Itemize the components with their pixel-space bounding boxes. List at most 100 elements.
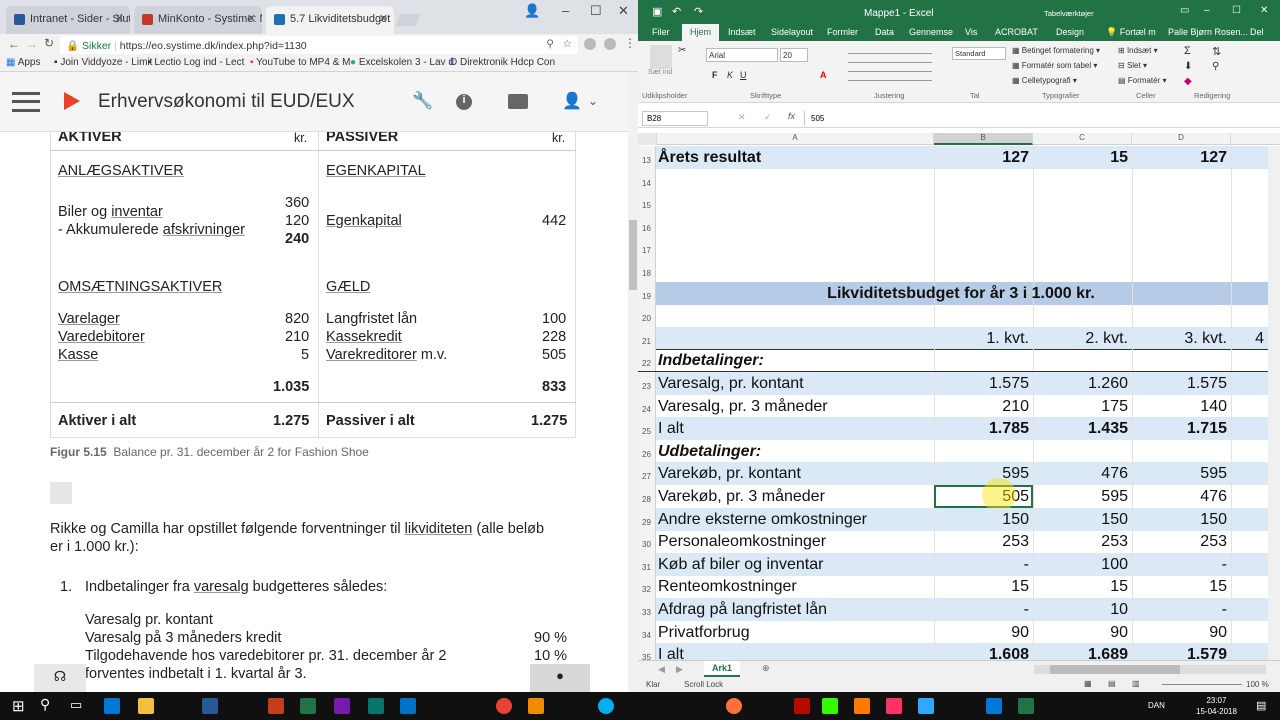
cell-b-value[interactable]: 1. kvt. (934, 327, 1029, 349)
cell-c-value[interactable]: 175 (1033, 395, 1128, 418)
format-cells-button[interactable]: ▤ Formatér ▾ (1118, 76, 1166, 85)
user-icon[interactable]: 👤 (562, 91, 582, 111)
font-color-icon[interactable]: A (820, 70, 827, 80)
acrobat-icon[interactable] (794, 698, 810, 714)
save-icon[interactable]: ▣ (652, 5, 662, 18)
reload-icon[interactable]: ↻ (44, 36, 54, 50)
column-header-a[interactable]: A (657, 133, 934, 145)
tab-indsaet[interactable]: Indsæt (728, 27, 756, 37)
autosum-icon[interactable]: Σ (1184, 45, 1191, 57)
bookmark-excelskolen[interactable]: ● Excelskolen 3 - Lav d (350, 57, 454, 68)
back-icon[interactable]: ← (8, 37, 20, 51)
cell-styles-button[interactable]: ▦ Celletypografi ▾ (1012, 76, 1077, 85)
cell-a-label[interactable]: I alt (658, 643, 684, 660)
cell-d-value[interactable]: 140 (1132, 395, 1227, 418)
onenote-icon[interactable] (334, 698, 350, 714)
sheet-row[interactable]: 26 Udbetalinger: (638, 439, 1280, 463)
sheet-row[interactable]: 15 (638, 191, 1280, 215)
cell-b-value[interactable]: 253 (934, 530, 1029, 553)
tab-filer[interactable]: Filer (652, 27, 670, 37)
row-number[interactable]: 35 (638, 643, 656, 660)
language-indicator[interactable]: DAN (1148, 701, 1165, 710)
row-number[interactable]: 17 (638, 236, 656, 260)
sheet-row[interactable]: 23 Varesalg, pr. kontant 1.575 1.260 1.575 (638, 372, 1280, 395)
cell-a-label[interactable]: Varesalg, pr. kontant (658, 372, 804, 395)
cell-c-value[interactable]: 476 (1033, 462, 1128, 485)
vlc-icon[interactable] (528, 698, 544, 714)
alignment-buttons[interactable] (848, 49, 932, 85)
budget-title[interactable]: Likviditetsbudget for år 3 i 1.000 kr. (658, 282, 1264, 305)
access-icon[interactable] (268, 698, 284, 714)
italic-button[interactable]: K (727, 70, 733, 80)
excel-icon[interactable] (300, 698, 316, 714)
chevron-down-icon[interactable]: ⌄ (588, 94, 598, 108)
user-name[interactable]: Palle Bjørn Rosen... (1168, 27, 1248, 37)
vertical-scrollbar[interactable] (1268, 146, 1280, 660)
column-header-c[interactable]: C (1033, 133, 1132, 145)
format-table-button[interactable]: ▦ Formatér som tabel ▾ (1012, 61, 1097, 70)
name-box[interactable]: B28 (642, 111, 708, 126)
cell-c-value[interactable]: 1.260 (1033, 372, 1128, 395)
formula-input[interactable]: 505 (804, 111, 1274, 126)
cell-d-value[interactable]: 3. kvt. (1132, 327, 1227, 349)
row-number[interactable]: 27 (638, 462, 656, 486)
dreamweaver-icon[interactable] (822, 698, 838, 714)
task-view-icon[interactable]: ▭ (70, 697, 82, 713)
tab-vis[interactable]: Vis (965, 27, 977, 37)
cell-d-value[interactable]: 476 (1132, 485, 1227, 508)
ribbon-display-icon[interactable]: ▭ (1180, 5, 1189, 16)
bookmark-lectio[interactable]: ▪ Lectio Log ind - Lect (148, 57, 244, 68)
cell-c-value[interactable]: 1.689 (1033, 643, 1128, 660)
minimize-icon[interactable]: – (1204, 5, 1210, 16)
windows-start-icon[interactable]: ⊞ (12, 697, 25, 715)
share-button[interactable]: Del (1250, 27, 1264, 37)
cell-b-value[interactable]: 150 (934, 508, 1029, 531)
cell-c-value[interactable]: 100 (1033, 553, 1128, 576)
sheet-row[interactable]: 19 Likviditetsbudget for år 3 i 1.000 kr. (638, 281, 1280, 305)
tab-gennemse[interactable]: Gennemse (909, 27, 953, 37)
cell-b-value[interactable]: 15 (934, 575, 1029, 598)
cell-b-value[interactable]: 1.785 (934, 417, 1029, 440)
prev-sheet-icon[interactable]: ◀ (658, 664, 665, 675)
cell-b-value[interactable]: 127 (934, 146, 1029, 169)
font-family-select[interactable]: Arial (706, 48, 778, 62)
sheet-row[interactable]: 32 Renteomkostninger 15 15 15 (638, 575, 1280, 599)
cell-c-value[interactable]: 2. kvt. (1033, 327, 1128, 349)
row-number[interactable]: 19 (638, 281, 656, 305)
sheet-row[interactable]: 25 I alt 1.785 1.435 1.715 (638, 417, 1280, 441)
row-number[interactable]: 13 (638, 146, 656, 169)
bookmark-viddyoze[interactable]: ▪ Join Viddyoze - Limit (54, 57, 152, 68)
cell-c-value[interactable]: 595 (1033, 485, 1128, 508)
edge-icon[interactable] (104, 698, 120, 714)
cell-c-value[interactable]: 15 (1033, 146, 1128, 169)
firefox-icon[interactable] (726, 698, 742, 714)
sheet-row[interactable]: 20 (638, 304, 1280, 328)
close-window-icon[interactable]: ✕ (618, 3, 629, 19)
row-number[interactable]: 33 (638, 598, 656, 621)
row-number[interactable]: 24 (638, 394, 656, 418)
cell-b-value[interactable]: 90 (934, 621, 1029, 644)
illustrator-icon[interactable] (854, 698, 870, 714)
normal-view-icon[interactable]: ▦ (1084, 679, 1092, 688)
cell-a-label[interactable]: Årets resultat (658, 146, 761, 169)
publisher-icon[interactable] (368, 698, 384, 714)
sheet-row[interactable]: 30 Personaleomkostninger 253 253 253 (638, 530, 1280, 554)
note-icon[interactable] (50, 482, 72, 504)
cancel-icon[interactable]: ✕ (738, 112, 746, 123)
bookmark-apps[interactable]: ▦ Apps (6, 57, 40, 68)
close-tab-icon[interactable]: ✕ (379, 12, 388, 25)
wrench-icon[interactable]: 🔧 (412, 91, 433, 111)
bookmark-youtube[interactable]: ▪ YouTube to MP4 & M (250, 57, 350, 68)
sheet-row[interactable]: 22 Indbetalinger: (638, 349, 1280, 373)
find-icon[interactable]: ⚲ (1212, 61, 1219, 72)
cell-b-value[interactable]: 1.575 (934, 372, 1029, 395)
column-header-d[interactable]: D (1132, 133, 1231, 145)
row-number[interactable]: 22 (638, 349, 656, 372)
cell-d-value[interactable]: 127 (1132, 146, 1227, 169)
cell-a-label[interactable]: Andre eksterne omkostninger (658, 508, 867, 531)
ie-icon[interactable] (986, 698, 1002, 714)
row-number[interactable]: 32 (638, 575, 656, 599)
cell-a-label[interactable]: Personaleomkostninger (658, 530, 826, 553)
cell-e-value[interactable]: 4 (1238, 327, 1264, 349)
cell-a-label[interactable]: Varekøb, pr. kontant (658, 462, 801, 485)
